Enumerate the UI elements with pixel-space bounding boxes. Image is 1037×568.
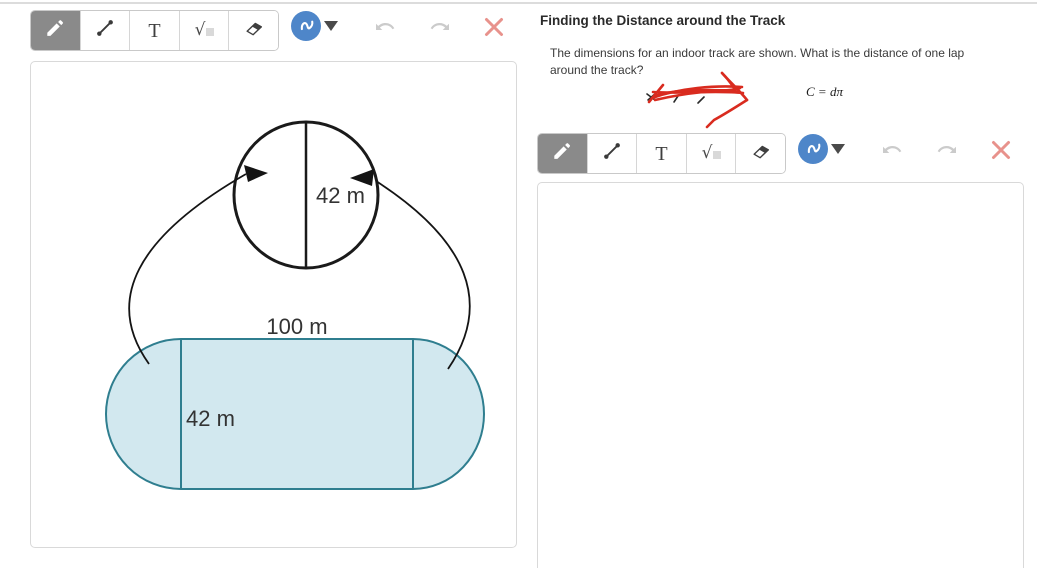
square-root-icon: √: [195, 22, 214, 39]
undo-button[interactable]: [373, 15, 397, 39]
tool-group-right: T √: [537, 133, 786, 174]
pencil-tool-button[interactable]: [31, 11, 81, 50]
pencil-icon: [551, 140, 573, 167]
pen-squiggle-icon: [295, 13, 317, 40]
answer-canvas[interactable]: [537, 182, 1024, 568]
pen-style-dropdown-caret[interactable]: [831, 144, 845, 154]
worksheet-page: T √ 42 m 100 m 42 m Finding the Distance…: [0, 0, 1037, 568]
undo-button[interactable]: [880, 138, 904, 162]
track-length-label: 100 m: [266, 314, 327, 339]
drawing-toolbar-right: T √: [537, 133, 1029, 174]
equation-tool-button[interactable]: √: [179, 11, 230, 50]
eraser-icon: [243, 17, 265, 44]
clear-button[interactable]: [482, 15, 506, 39]
pencil-tool-button[interactable]: [538, 134, 588, 173]
line-tool-button[interactable]: [587, 134, 638, 173]
line-tool-button[interactable]: [80, 11, 131, 50]
figure-canvas[interactable]: 42 m 100 m 42 m: [30, 61, 517, 548]
tool-group-left: T √: [30, 10, 279, 51]
text-tool-icon: T: [148, 19, 161, 42]
text-tool-button[interactable]: T: [637, 134, 687, 173]
redo-button[interactable]: [428, 15, 452, 39]
track-figure: 42 m 100 m 42 m: [105, 120, 485, 490]
pen-style-button[interactable]: [291, 11, 321, 41]
pencil-icon: [44, 17, 66, 44]
red-scribble: [647, 71, 749, 129]
eraser-icon: [750, 140, 772, 167]
redo-button[interactable]: [935, 138, 959, 162]
track-width-label: 42 m: [186, 406, 235, 431]
circle-diameter-label: 42 m: [316, 183, 365, 208]
text-tool-icon: T: [655, 142, 668, 165]
clear-button[interactable]: [989, 138, 1013, 162]
equation-tool-button[interactable]: √: [686, 134, 737, 173]
circumference-formula: C = dπ: [806, 84, 843, 99]
pen-style-dropdown-caret[interactable]: [324, 21, 338, 31]
top-divider: [0, 2, 1037, 4]
pen-style-button[interactable]: [798, 134, 828, 164]
problem-title: Finding the Distance around the Track: [540, 13, 786, 28]
left-connector-arc: [128, 173, 247, 365]
line-segment-icon: [601, 140, 623, 167]
drawing-toolbar-left: T √: [30, 10, 522, 51]
line-segment-icon: [94, 17, 116, 44]
square-root-icon: √: [702, 145, 721, 162]
red-pen-annotation: [646, 71, 749, 129]
track-stadium-shape: [105, 338, 485, 490]
pen-squiggle-icon: [802, 136, 824, 163]
eraser-tool-button[interactable]: [229, 11, 278, 50]
eraser-tool-button[interactable]: [736, 134, 785, 173]
text-tool-button[interactable]: T: [130, 11, 180, 50]
